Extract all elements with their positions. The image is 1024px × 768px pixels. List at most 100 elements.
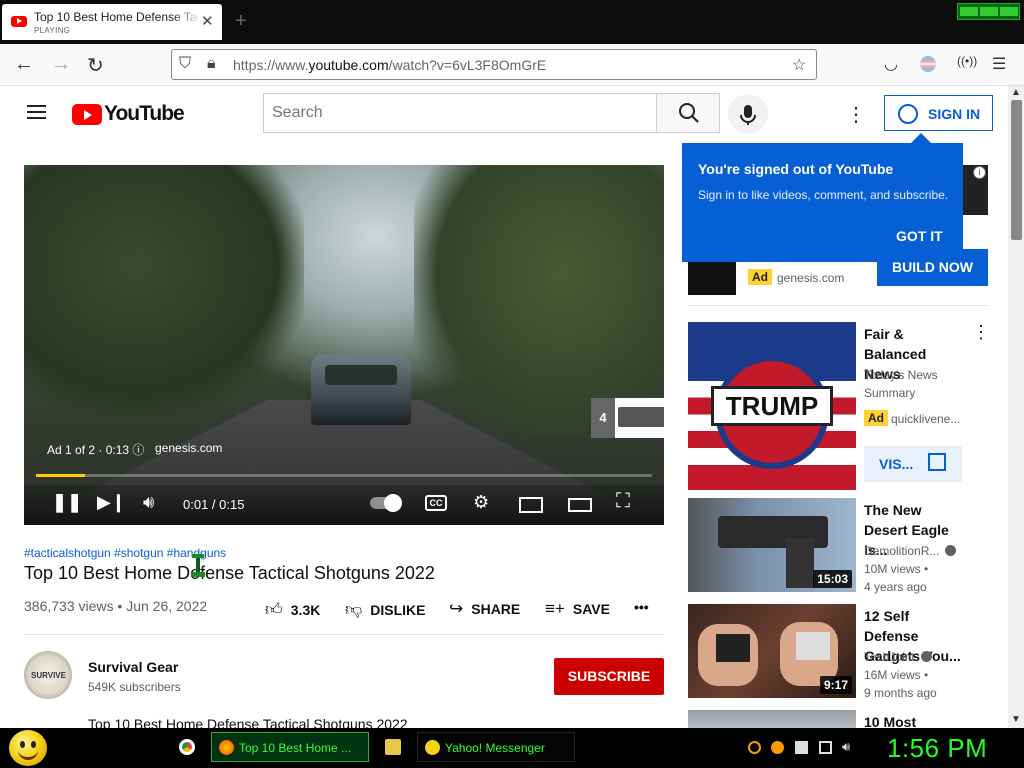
external-link-icon: [928, 453, 946, 471]
file-manager-icon[interactable]: [385, 739, 401, 755]
recommendation-channel: TechJoint: [864, 650, 932, 664]
flag-tray-icon[interactable]: [795, 741, 808, 754]
pocket-icon[interactable]: ◡: [884, 54, 898, 74]
start-button-smiley-icon[interactable]: [9, 730, 47, 766]
recommendation-channel: quicklivene...: [891, 412, 961, 426]
yt-header: YouTube ⋮ SIGN IN: [0, 86, 1008, 142]
recommendation-item[interactable]: 10 Most: [688, 710, 988, 728]
microphone-icon: [740, 105, 756, 125]
youtube-logo-icon[interactable]: [72, 104, 102, 125]
theater-mode-icon[interactable]: [568, 498, 592, 512]
taskbar-yahoo-messenger[interactable]: Yahoo! Messenger: [417, 732, 575, 762]
firefox-icon: [219, 740, 234, 755]
bookmark-star-icon[interactable]: ☆: [792, 55, 806, 75]
hamburger-menu-icon[interactable]: [27, 105, 46, 119]
youtube-wordmark[interactable]: YouTube: [104, 102, 185, 126]
recommendation-thumbnail[interactable]: 15:03: [688, 498, 856, 592]
fullscreen-icon[interactable]: ⛶: [616, 490, 630, 513]
taskbar: Top 10 Best Home ... Yahoo! Messenger 🔊︎…: [0, 728, 1024, 768]
ad-queue-count[interactable]: 4: [591, 398, 615, 438]
minimize-icon[interactable]: [960, 7, 978, 16]
dislike-button[interactable]: 👎︎ DISLIKE: [345, 599, 426, 620]
recommendation-item[interactable]: 15:03 The New Desert Eagle Is... Demolit…: [688, 498, 988, 598]
recommendation-thumbnail[interactable]: TRUMP: [688, 322, 856, 490]
url-bar[interactable]: ⛉ 🔒︎ https://www.youtube.com/watch?v=6vL…: [171, 49, 817, 80]
voice-search-button[interactable]: [728, 94, 768, 134]
recommendation-ad[interactable]: TRUMP Fair & Balanced News ⋮ Today's New…: [688, 322, 990, 492]
search-button[interactable]: [656, 93, 720, 133]
video-player[interactable]: 4 Ad 1 of 2 · 0:13 ⓘ genesis.com ❚❚ ▶❙ 🔊…: [24, 165, 664, 525]
recommendation-more-icon[interactable]: ⋮: [972, 322, 990, 343]
autoplay-toggle[interactable]: [370, 494, 402, 512]
new-tab-icon[interactable]: +: [235, 10, 247, 33]
recommendation-title[interactable]: 10 Most: [864, 712, 964, 728]
channel-avatar[interactable]: SURVIVE: [24, 651, 72, 699]
save-button[interactable]: ≡+ SAVE: [545, 599, 610, 619]
close-window-icon[interactable]: [1000, 7, 1018, 16]
mouse-cursor-icon: [191, 554, 205, 577]
more-actions-icon[interactable]: •••: [634, 599, 649, 615]
settings-more-icon[interactable]: ⋮: [846, 102, 866, 127]
maximize-icon[interactable]: [980, 7, 998, 16]
scrollbar-thumb[interactable]: [1011, 100, 1022, 240]
volume-icon[interactable]: 🔊︎: [143, 492, 154, 513]
signed-out-popup: You're signed out of YouTube Sign in to …: [682, 133, 963, 262]
page-scrollbar[interactable]: ▲ ▼: [1008, 86, 1024, 728]
ad-badge: Ad: [864, 410, 888, 426]
chrome-icon[interactable]: [179, 739, 195, 755]
network-tray-icon[interactable]: [819, 741, 832, 754]
like-button[interactable]: 👍︎ 3.3K: [265, 599, 320, 620]
lock-icon[interactable]: 🔒︎: [207, 55, 216, 73]
visit-site-button[interactable]: VIS...: [864, 446, 962, 482]
minus-tray-icon[interactable]: [771, 741, 784, 754]
reload-icon[interactable]: ↻: [87, 53, 104, 78]
search-box[interactable]: [263, 93, 657, 133]
menu-icon[interactable]: ☰: [992, 54, 1006, 74]
player-controls: ❚❚ ▶❙ 🔊︎ 0:01 / 0:15 CC ⚙ ⛶: [24, 485, 664, 525]
captions-button[interactable]: CC: [425, 495, 447, 511]
close-tab-icon[interactable]: ✕: [201, 12, 214, 30]
subscribe-button[interactable]: SUBSCRIBE: [554, 658, 664, 695]
next-icon[interactable]: ▶❙: [97, 492, 126, 513]
pause-icon[interactable]: ❚❚: [52, 492, 82, 513]
settings-gear-icon[interactable]: ⚙: [473, 492, 489, 513]
search-input[interactable]: [264, 94, 657, 132]
video-duration: 9:17: [819, 676, 852, 694]
recommendation-thumbnail[interactable]: [688, 710, 856, 728]
forward-icon[interactable]: →: [51, 53, 71, 76]
scroll-down-icon[interactable]: ▼: [1011, 714, 1021, 725]
popup-body: Sign in to like videos, comment, and sub…: [698, 188, 949, 202]
shield-icon[interactable]: ⛉: [179, 55, 191, 73]
got-it-button[interactable]: GOT IT: [896, 228, 943, 244]
browser-tab-bar: Top 10 Best Home Defense Tactical Shotgu…: [0, 0, 1024, 44]
progress-bar[interactable]: [36, 474, 652, 477]
sign-in-button[interactable]: SIGN IN: [884, 95, 993, 131]
taskbar-firefox-window[interactable]: Top 10 Best Home ...: [211, 732, 369, 762]
recommendation-thumbnail[interactable]: 9:17: [688, 604, 856, 698]
recommendation-item[interactable]: 9:17 12 Self Defense Gadgets You... Tech…: [688, 604, 988, 704]
ad-badge: Ad: [748, 269, 772, 285]
verified-icon: [920, 651, 932, 662]
miniplayer-icon[interactable]: [519, 497, 543, 513]
volume-tray-icon[interactable]: 🔊︎: [842, 739, 855, 754]
thumbs-down-icon: 👎︎: [345, 600, 363, 619]
extension-icon[interactable]: ((•)): [957, 54, 977, 68]
scroll-up-icon[interactable]: ▲: [1011, 87, 1021, 98]
clock: 1:56 PM: [887, 733, 988, 763]
recommendation-channel: DemolitionR...: [864, 544, 957, 558]
video-title: Top 10 Best Home Defense Tactical Shotgu…: [24, 563, 435, 583]
youtube-page: YouTube ⋮ SIGN IN 4 Ad 1 of 2 · 0:13 ⓘ g…: [0, 86, 1008, 728]
popup-title: You're signed out of YouTube: [698, 161, 894, 177]
share-icon: ↪: [449, 599, 464, 618]
browser-tab[interactable]: Top 10 Best Home Defense Tactical Shotgu…: [2, 4, 222, 40]
window-controls[interactable]: [957, 3, 1020, 20]
profile-icon[interactable]: [920, 56, 936, 72]
thumbs-up-icon: 👍︎: [265, 600, 283, 619]
yahoo-messenger-icon: [425, 740, 440, 755]
search-tray-icon[interactable]: [748, 741, 761, 754]
channel-name[interactable]: Survival Gear: [88, 659, 178, 675]
url-text[interactable]: https://www.youtube.com/watch?v=6vL3F8Om…: [233, 57, 546, 73]
share-button[interactable]: ↪ SHARE: [449, 599, 520, 619]
ad-domain-link[interactable]: genesis.com: [155, 441, 222, 455]
back-icon[interactable]: ←: [14, 53, 34, 76]
